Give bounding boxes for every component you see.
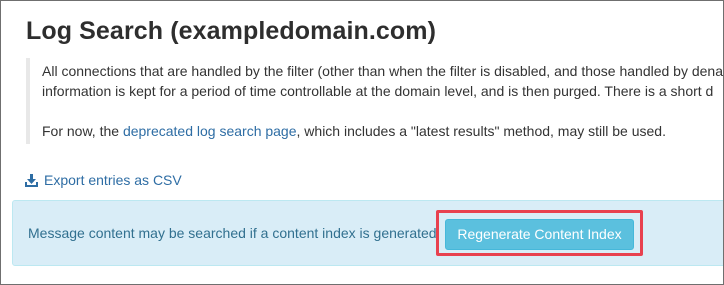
page-title-text: Log Search: [26, 17, 164, 45]
description-line-2: information is kept for a period of time…: [42, 83, 714, 99]
description-blockquote: All connections that are handled by the …: [26, 58, 724, 144]
export-csv-label: Export entries as CSV: [44, 172, 182, 188]
description-line-3-prefix: For now, the: [42, 123, 123, 139]
export-csv-link[interactable]: Export entries as CSV: [25, 172, 182, 188]
page-title: Log Search (exampledomain.com): [26, 17, 436, 46]
page-frame: Log Search (exampledomain.com) All conne…: [0, 0, 724, 285]
page-title-domain: (exampledomain.com): [170, 17, 437, 45]
regenerate-content-index-button[interactable]: Regenerate Content Index: [445, 219, 634, 250]
description-line-1: All connections that are handled by the …: [42, 63, 724, 79]
deprecated-log-search-link[interactable]: deprecated log search page: [123, 123, 297, 139]
description-line-3: For now, the deprecated log search page,…: [42, 123, 666, 139]
download-icon: [25, 173, 38, 187]
description-line-3-suffix: , which includes a "latest results" meth…: [296, 123, 666, 139]
highlight-outline: Regenerate Content Index: [436, 210, 643, 256]
content-index-alert: Message content may be searched if a con…: [12, 200, 723, 266]
content-index-message: Message content may be searched if a con…: [28, 225, 437, 241]
